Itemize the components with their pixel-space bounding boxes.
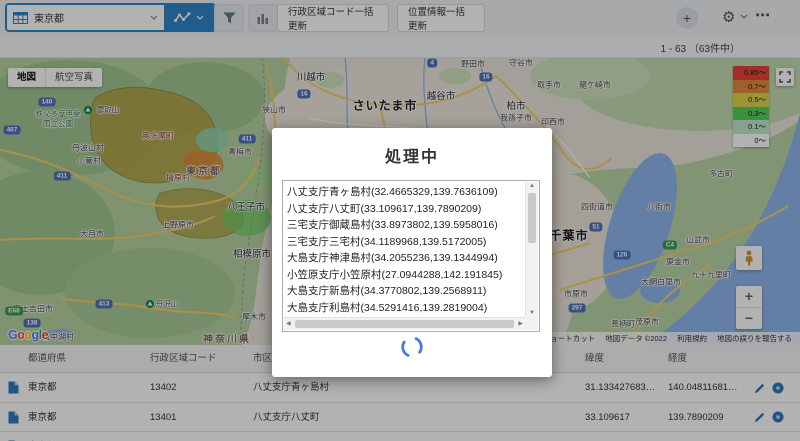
list-item: 大島支庁新島村(34.3770802,139.2568911) <box>287 285 487 297</box>
list-item: 三宅支庁御蔵島村(33.8973802,139.5958016) <box>287 219 498 231</box>
scroll-left-icon[interactable]: ◀ <box>286 320 291 327</box>
dialog-title: 処理中 <box>384 149 439 166</box>
loading-spinner <box>401 336 423 358</box>
list-item: 小笠原支庁小笠原村(27.0944288,142.191845) <box>287 268 503 281</box>
horizontal-scrollbar[interactable]: ◀ ▶ <box>284 317 525 330</box>
processing-dialog: 処理中 八丈支庁青ヶ島村(32.4665329,139.7636109) 八丈支… <box>272 128 552 377</box>
scrollbar-thumb[interactable] <box>528 193 536 243</box>
list-item: 大島支庁神津島村(34.2055236,139.1344994) <box>287 252 498 264</box>
list-item: 大島支庁利島村(34.5291416,139.2819004) <box>287 301 488 314</box>
list-item: 八丈支庁八丈町(33.109617,139.7890209) <box>287 202 482 215</box>
scroll-right-icon[interactable]: ▶ <box>518 320 523 327</box>
scroll-down-icon[interactable]: ▼ <box>526 310 538 316</box>
scrollbar-thumb[interactable] <box>295 320 514 328</box>
list-item: 三宅支庁三宅村(34.1189968,139.5172005) <box>287 235 487 248</box>
processing-list[interactable]: 八丈支庁青ヶ島村(32.4665329,139.7636109) 八丈支庁八丈町… <box>282 180 540 332</box>
list-item: 八丈支庁青ヶ島村(32.4665329,139.7636109) <box>287 186 498 198</box>
vertical-scrollbar[interactable]: ▲ ▼ <box>525 182 538 317</box>
app-window: 秩父多摩甲斐 国立公園 雲取山 奥多摩町 丹波山村 小菅村 檜原村 東京都 青梅… <box>0 0 800 441</box>
scroll-up-icon[interactable]: ▲ <box>526 183 538 189</box>
